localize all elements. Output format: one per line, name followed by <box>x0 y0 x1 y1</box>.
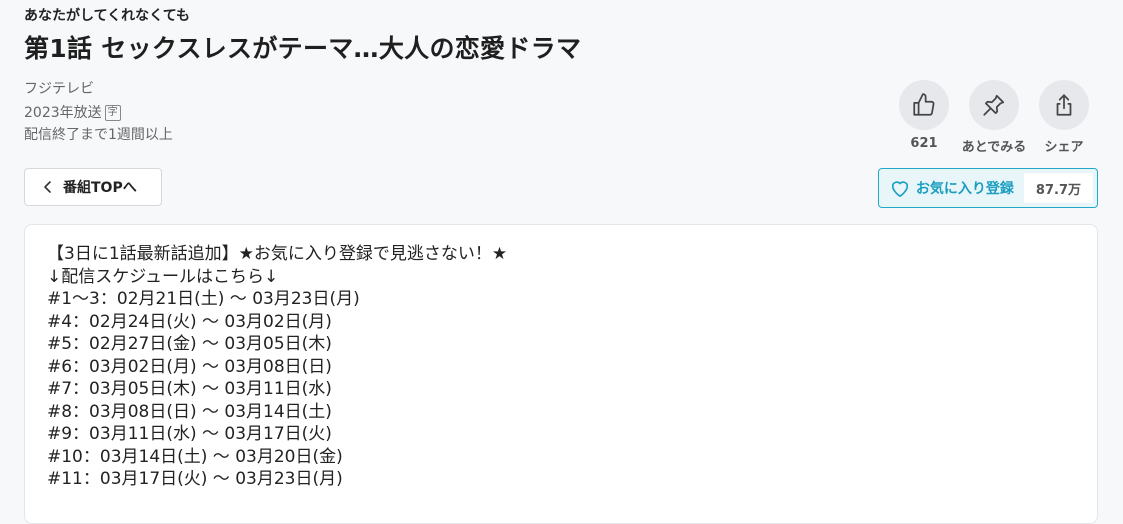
share-label: シェア <box>1044 140 1084 155</box>
broadcast-info: 2023年放送 字 <box>24 102 173 124</box>
share-circle[interactable] <box>1039 80 1089 130</box>
favorite-label: お気に入り登録 <box>915 181 1014 197</box>
like-count: 621 <box>910 136 938 151</box>
availability-text: 配信終了まで1週間以上 <box>24 127 173 143</box>
description-line: 【3日に1話最新話追加】★お気に入り登録で見逃さない！★ <box>47 244 508 264</box>
watch-later-circle[interactable] <box>969 80 1019 130</box>
like-button[interactable]: 621 <box>889 80 959 155</box>
favorite-button[interactable]: お気に入り登録 87.7万 <box>877 168 1098 208</box>
description-line: #8：03月08日(日) ～ 03月14日(土) <box>47 401 332 422</box>
description-line: #10：03月14日(土) ～ 03月20日(金) <box>47 446 343 467</box>
series-title[interactable]: あなたがしてくれなくても <box>24 5 190 25</box>
watch-later-label: あとでみる <box>961 140 1027 155</box>
thumbs-up-icon <box>913 93 935 116</box>
chevron-left-icon <box>43 180 53 194</box>
back-button-label: 番組TOPへ <box>63 180 137 196</box>
favorite-count: 87.7万 <box>1023 173 1093 203</box>
network-name: フジテレビ <box>24 81 94 97</box>
description-line: #5：02月27日(金) ～ 03月05日(木) <box>47 334 332 354</box>
back-to-program-button[interactable]: 番組TOPへ <box>24 168 162 206</box>
episode-description: 【3日に1話最新話追加】★お気に入り登録で見逃さない！★ ↓配信スケジュールはこ… <box>24 224 1098 524</box>
like-circle[interactable] <box>899 80 949 130</box>
description-line: ↓配信スケジュールはこちら↓ <box>47 266 279 287</box>
watch-later-button[interactable]: あとでみる <box>959 80 1029 155</box>
broadcast-year: 2023年放送 <box>24 105 102 121</box>
description-line: #6：03月02日(月) ～ 03月08日(日) <box>47 356 332 377</box>
action-buttons: 621 あとでみる シェア <box>889 80 1099 155</box>
description-line: #7：03月05日(木) ～ 03月11日(水) <box>47 379 332 399</box>
pin-icon <box>983 94 1005 116</box>
description-line: #11：03月17日(火) ～ 03月23日(月) <box>47 469 343 489</box>
share-button[interactable]: シェア <box>1029 80 1099 155</box>
description-line: #4：02月24日(火) ～ 03月02日(月) <box>47 311 332 332</box>
episode-title: 第1話 セックスレスがテーマ…大人の恋愛ドラマ <box>24 34 582 63</box>
episode-meta: フジテレビ 2023年放送 字 配信終了まで1週間以上 <box>24 78 173 146</box>
description-line: #1～3：02月21日(土) ～ 03月23日(月) <box>47 289 360 309</box>
subtitle-badge: 字 <box>104 105 121 121</box>
share-icon <box>1056 94 1072 116</box>
description-line: #9：03月11日(水) ～ 03月17日(火) <box>47 424 332 444</box>
heart-icon <box>891 181 909 197</box>
